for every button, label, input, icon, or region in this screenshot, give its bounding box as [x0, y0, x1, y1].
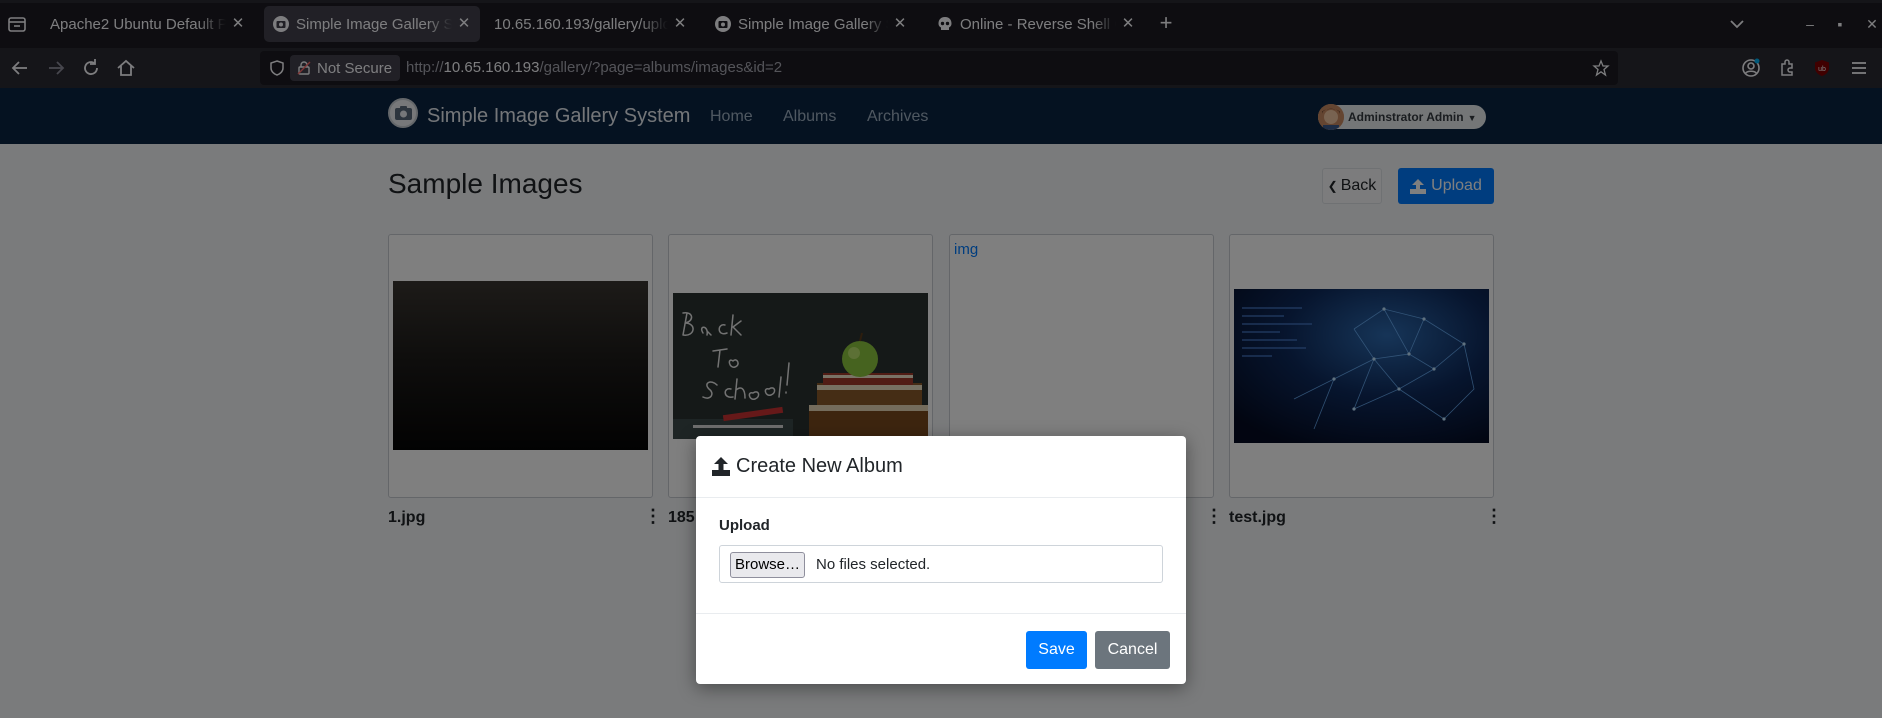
- file-status: No files selected.: [816, 556, 931, 573]
- modal-footer: Save Cancel: [696, 613, 1186, 684]
- create-album-modal: Create New Album Upload Browse… No files…: [696, 436, 1186, 684]
- upload-field-label: Upload: [719, 517, 770, 534]
- modal-header: Create New Album: [696, 436, 1186, 498]
- cancel-button[interactable]: Cancel: [1095, 631, 1170, 669]
- file-input[interactable]: Browse… No files selected.: [719, 545, 1163, 583]
- modal-title-text: Create New Album: [736, 455, 903, 477]
- browse-button[interactable]: Browse…: [730, 552, 806, 578]
- save-button[interactable]: Save: [1026, 631, 1087, 669]
- modal-title: Create New Album: [712, 455, 903, 478]
- upload-icon: [712, 457, 730, 476]
